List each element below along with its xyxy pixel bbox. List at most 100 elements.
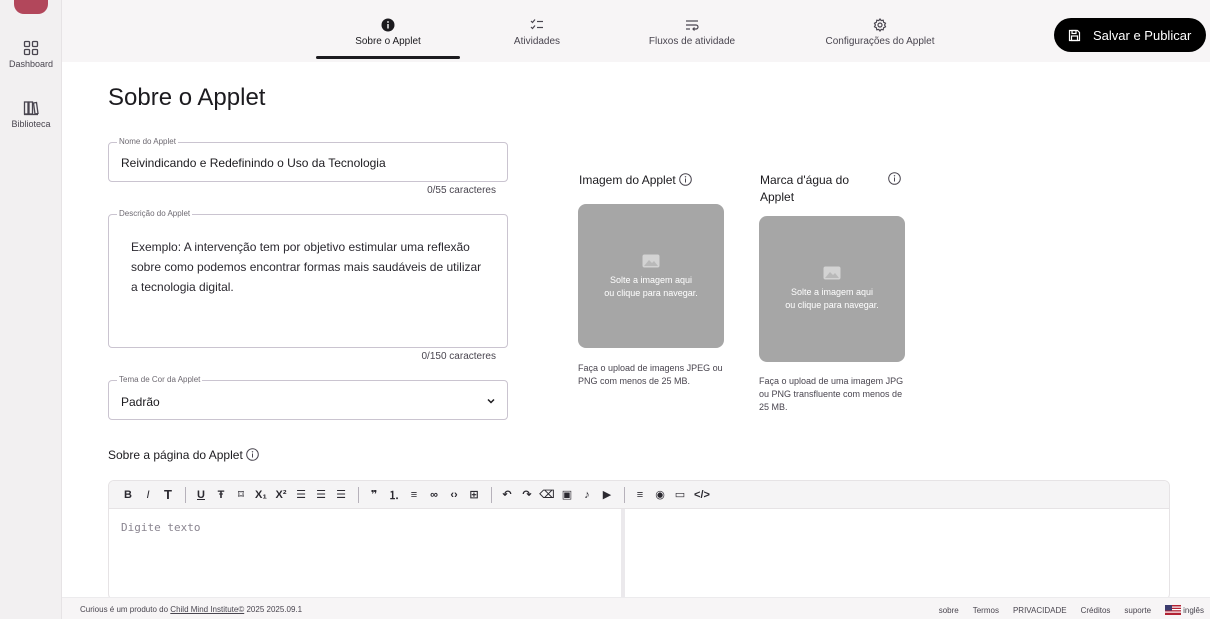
chevron-down-icon: [487, 398, 495, 404]
save-icon: [1068, 29, 1081, 41]
footer-prefix: Curious é um produto do: [80, 605, 169, 614]
watermark-hint: Faça o upload de uma imagem JPG ou PNG t…: [759, 376, 904, 412]
subscript-button[interactable]: X₁: [252, 489, 270, 501]
sidebar-item-label: Dashboard: [8, 59, 54, 69]
info-icon[interactable]: [246, 448, 259, 461]
dropzone-line-2: ou clique para navegar.: [604, 288, 698, 298]
applet-name-value[interactable]: Reivindicando e Redefinindo o Uso da Tec…: [121, 156, 386, 170]
ordered-list-button[interactable]: ⒈: [385, 487, 403, 503]
editor-toolbar: B I T U Ŧ ⌑ X₁ X² ☰ ☰ ☰ ❞ ⒈ ≡ ∞ ‹› ⊞ ↶ ↷…: [109, 481, 1169, 509]
tab-activity-flows[interactable]: Fluxos de atividade: [622, 18, 762, 47]
footer: Curious é um produto do Child Mind Insti…: [62, 597, 1210, 619]
app-logo[interactable]: [14, 0, 48, 14]
info-icon[interactable]: [888, 172, 901, 185]
library-icon: [23, 101, 39, 116]
image-button[interactable]: ▣: [558, 488, 576, 501]
page-title: Sobre o Applet: [108, 84, 266, 111]
color-theme-select[interactable]: Tema de Cor da Applet Padrão: [108, 375, 508, 420]
align-button[interactable]: ≡: [631, 489, 649, 501]
tab-applet-settings[interactable]: Configurações do Applet: [800, 18, 960, 47]
footer-link-support[interactable]: suporte: [1124, 606, 1151, 615]
save-and-publish-button[interactable]: Salvar e Publicar: [1054, 18, 1206, 52]
applet-image-hint: Faça o upload de imagens JPEG ou PNG com…: [578, 363, 723, 386]
footer-link-about[interactable]: sobre: [939, 606, 959, 615]
tab-label: Fluxos de atividade: [648, 36, 736, 47]
footer-credits: Curious é um produto do Child Mind Insti…: [80, 605, 302, 614]
bold-button[interactable]: B: [119, 489, 137, 501]
code-button[interactable]: ‹›: [445, 489, 463, 501]
align-left-icon[interactable]: ☰: [292, 488, 310, 501]
tab-label: Atividades: [513, 36, 561, 47]
active-tab-indicator: [316, 56, 460, 59]
about-page-title: Sobre a página do Applet: [108, 448, 259, 462]
watermark-dropzone[interactable]: Solte a imagem aqui ou clique para naveg…: [759, 216, 905, 362]
checklist-icon: [530, 19, 543, 30]
link-button[interactable]: ∞: [425, 489, 443, 501]
footer-link-privacy[interactable]: PRIVACIDADE: [1013, 606, 1067, 615]
image-placeholder-icon: [642, 254, 660, 268]
language-label: inglês: [1183, 606, 1204, 615]
applet-image-title-text: Imagem do Applet: [579, 173, 676, 187]
align-right-icon[interactable]: ☰: [332, 488, 350, 501]
info-icon[interactable]: [679, 173, 692, 186]
save-and-publish-label: Salvar e Publicar: [1093, 27, 1192, 43]
bullet-list-button[interactable]: ≡: [405, 489, 423, 501]
us-flag-icon: [1165, 605, 1182, 615]
language-selector[interactable]: inglês: [1165, 605, 1204, 615]
info-filled-icon: [381, 18, 395, 32]
child-mind-institute-link[interactable]: Child Mind Institute©: [170, 605, 244, 614]
video-button[interactable]: ▶: [598, 488, 616, 501]
image-placeholder-icon: [823, 266, 841, 280]
quote-button[interactable]: ❞: [365, 488, 383, 501]
applet-name-label: Nome do Applet: [117, 137, 178, 146]
main-content: Sobre o Applet Nome do Applet Reivindica…: [62, 62, 1210, 600]
heading-button[interactable]: T: [159, 487, 177, 502]
align-center-icon[interactable]: ☰: [312, 488, 330, 501]
tab-about-applet[interactable]: Sobre o Applet: [316, 18, 460, 47]
redo-button[interactable]: ↷: [518, 488, 536, 501]
italic-button[interactable]: I: [139, 489, 157, 501]
dropzone-line-2: ou clique para navegar.: [785, 300, 879, 310]
editor-splitter[interactable]: [621, 509, 625, 599]
undo-button[interactable]: ↶: [498, 488, 516, 501]
about-page-title-text: Sobre a página do Applet: [108, 448, 243, 462]
clear-button[interactable]: ⌫: [538, 488, 556, 501]
tab-activities[interactable]: Atividades: [482, 18, 592, 47]
footer-link-terms[interactable]: Termos: [973, 606, 999, 615]
dashboard-grid-icon: [23, 40, 39, 56]
strikethrough-button[interactable]: Ŧ: [212, 489, 230, 501]
table-button[interactable]: ⊞: [465, 488, 483, 501]
color-theme-label: Tema de Cor da Applet: [117, 375, 203, 384]
dropzone-line-1: Solte a imagem aqui: [609, 275, 693, 285]
toolbar-divider: [185, 486, 186, 503]
sidebar-item-label: Biblioteca: [11, 119, 51, 129]
footer-version: 2025 2025.09.1: [246, 605, 303, 614]
applet-image-title: Imagem do Applet: [579, 172, 692, 189]
editor-input-area[interactable]: Digite texto: [109, 509, 621, 599]
toolbar-divider: [624, 486, 625, 503]
superscript-button[interactable]: X²: [272, 489, 290, 501]
applet-description-field[interactable]: Descrição do Applet Exemplo: A intervenç…: [108, 209, 508, 348]
footer-link-credits[interactable]: Créditos: [1081, 606, 1111, 615]
underline-button[interactable]: U: [192, 489, 210, 501]
applet-name-field[interactable]: Nome do Applet Reivindicando e Redefinin…: [108, 137, 508, 182]
mark-button[interactable]: ⌑: [232, 488, 250, 501]
editor-placeholder: Digite texto: [121, 521, 201, 534]
watermark-title: Marca d'água do Applet: [760, 173, 850, 204]
fullscreen-button[interactable]: ▭: [671, 488, 689, 501]
preview-button[interactable]: ◉: [651, 488, 669, 501]
audio-button[interactable]: ♪: [578, 489, 596, 501]
toolbar-divider: [358, 486, 359, 503]
sidebar: Dashboard Biblioteca: [0, 0, 62, 619]
applet-description-value[interactable]: Exemplo: A intervenção tem por objetivo …: [131, 237, 491, 297]
gear-icon: [873, 18, 887, 32]
sidebar-item-dashboard[interactable]: Dashboard: [0, 40, 62, 69]
applet-description-label: Descrição do Applet: [117, 209, 193, 218]
applet-name-counter: 0/55 caracteres: [427, 185, 496, 196]
tab-label: Configurações do Applet: [825, 36, 935, 47]
sidebar-item-library[interactable]: Biblioteca: [0, 100, 62, 129]
markdown-editor: B I T U Ŧ ⌑ X₁ X² ☰ ☰ ☰ ❞ ⒈ ≡ ∞ ‹› ⊞ ↶ ↷…: [108, 480, 1170, 600]
source-code-button[interactable]: </>: [691, 489, 713, 501]
applet-image-dropzone[interactable]: Solte a imagem aqui ou clique para naveg…: [578, 204, 724, 348]
color-theme-value: Padrão: [121, 395, 160, 409]
